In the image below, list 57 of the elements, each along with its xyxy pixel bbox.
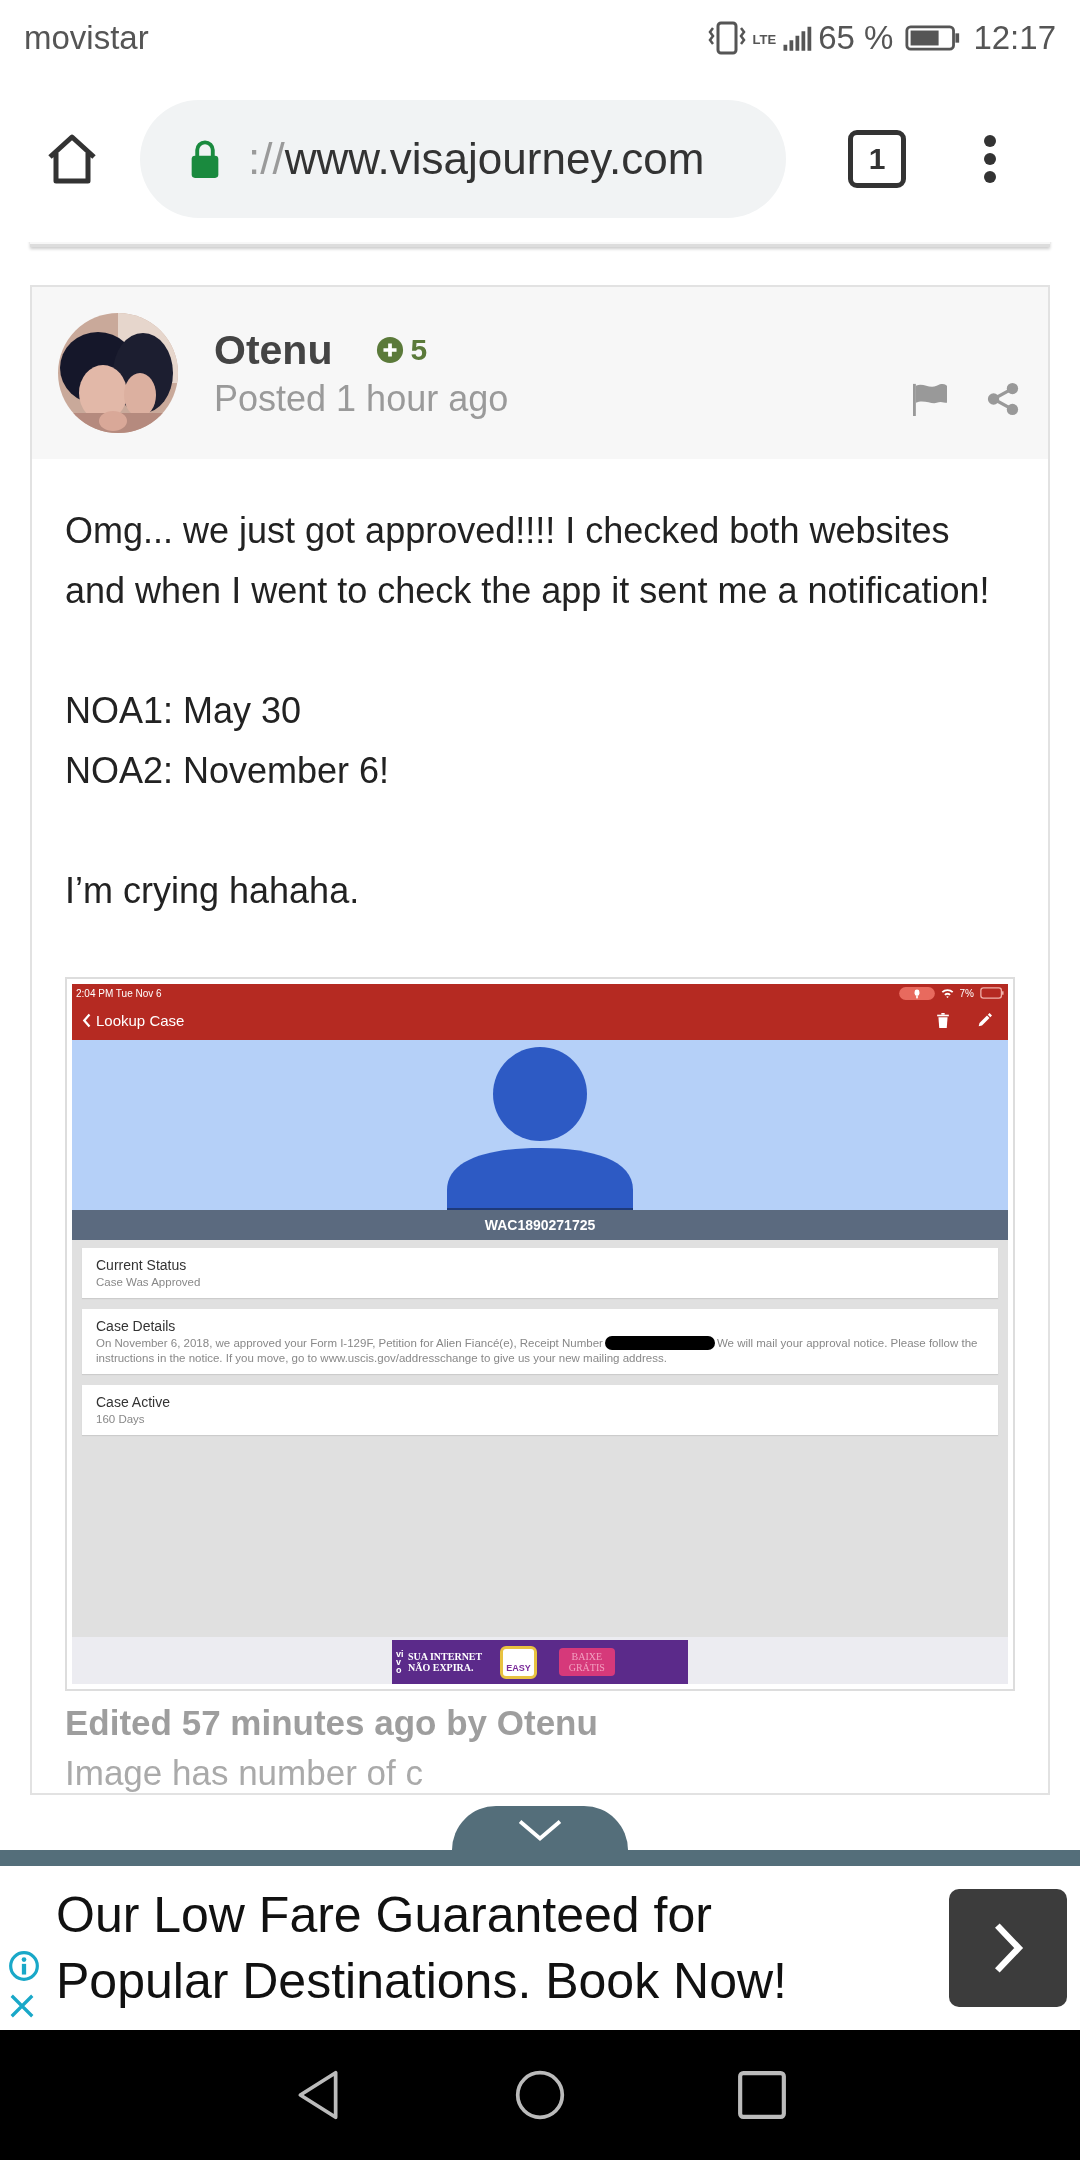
banner-badge: EASY [500, 1645, 537, 1679]
microphone-icon [898, 986, 935, 1000]
carrier-name: movistar [24, 19, 149, 57]
battery-icon [980, 987, 1004, 999]
case-card[interactable]: Case Active 160 Days [82, 1385, 998, 1435]
app-status-time: 2:04 PM Tue Nov 6 [76, 987, 162, 999]
recents-icon[interactable] [736, 2069, 788, 2121]
url-host: www.visajourney.com [284, 134, 705, 183]
close-icon[interactable] [8, 1992, 36, 2020]
ad-headline: Our Low Fare Guaranteed for [56, 1886, 713, 1945]
case-card-title: Case Details [96, 1318, 177, 1334]
case-card-title: Case Active [96, 1394, 171, 1410]
case-card-detail: Case Was Approved [96, 1275, 202, 1290]
tab-count-button[interactable]: 1 [848, 130, 906, 188]
banner-brand: vivo [396, 1650, 405, 1674]
ad-next-button[interactable] [949, 1889, 1067, 2007]
author-name[interactable]: Otenu [214, 326, 333, 374]
case-card-title: Current Status [96, 1257, 188, 1273]
banner-headline: NÃO EXPIRA. [408, 1662, 475, 1673]
ad-headline: Popular Destinations. Book Now! [56, 1952, 788, 2011]
battery-percent: 65 % [818, 19, 894, 57]
post-time: Posted 1 hour ago [214, 377, 509, 420]
app-battery-percent: 7% [959, 987, 974, 999]
back-chevron-icon [82, 1012, 91, 1028]
back-button[interactable]: Lookup Case [82, 1011, 185, 1029]
attached-screenshot[interactable] [65, 977, 1015, 1691]
case-card[interactable]: Current Status Case Was Approved [82, 1248, 998, 1298]
flag-icon[interactable] [910, 381, 950, 416]
address-bar[interactable]: ://www.visajourney.com [140, 100, 786, 218]
trash-icon[interactable] [937, 1012, 949, 1028]
home-circle-icon[interactable] [514, 2069, 566, 2121]
case-card[interactable] [82, 1309, 998, 1374]
post-text: Omg... we just got approved!!!! I checked both websites and when I went to check the app it sent me a notification! [65, 509, 991, 613]
plus-icon [376, 336, 405, 364]
image-note: Image has number of c [65, 1753, 424, 1793]
menu-icon[interactable] [982, 134, 998, 184]
banner-headline: SUA INTERNET [408, 1651, 483, 1662]
share-icon[interactable] [986, 381, 1020, 416]
info-icon[interactable] [8, 1950, 40, 1982]
clock-time: 12:17 [973, 19, 1056, 57]
wifi-icon [940, 987, 954, 999]
chevron-down-icon [517, 1818, 563, 1842]
battery-icon [905, 23, 962, 53]
url-scheme: :// [248, 134, 285, 183]
post-text: NOA2: November 6! [65, 749, 391, 793]
edited-note: Edited 57 minutes ago by Otenu [65, 1703, 599, 1743]
chevron-right-icon [992, 1921, 1024, 1975]
receipt-number: WAC1890271725 [484, 1217, 596, 1233]
network-label: LTE [752, 32, 777, 47]
pencil-icon[interactable] [977, 1012, 992, 1028]
case-card-detail: 160 Days [96, 1412, 146, 1427]
post-text: NOA1: May 30 [65, 689, 303, 733]
signal-icon [782, 24, 813, 52]
reputation-count: 5 [410, 333, 428, 367]
case-card-detail: On November 6, 2018, we approved your Form I-129F, Petition for Alien Fiancé(e), Receipt Number We will mail your approval notice. Please follow the instructions in the notice. If you move, go to www.uscis.gov/addresschange to give us your new mailing address. [96, 1336, 979, 1366]
post-text: I’m crying hahaha. [65, 869, 361, 913]
banner-cta: BAIXE GRÁTIS [558, 1648, 615, 1676]
